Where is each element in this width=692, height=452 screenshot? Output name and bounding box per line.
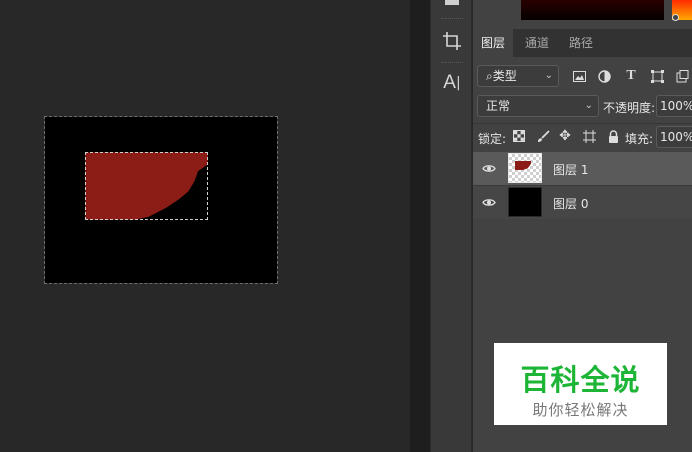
lock-label: 锁定:: [478, 132, 507, 146]
layer-thumbnail: [508, 187, 542, 217]
blend-mode-select[interactable]: 正常 ⌄: [477, 95, 599, 117]
watermark-title: 百科全说: [520, 363, 641, 397]
document-canvas[interactable]: [44, 116, 278, 284]
layer-filter-select[interactable]: ⌕类型 ⌄: [477, 65, 559, 87]
opacity-field[interactable]: 100%: [656, 95, 692, 117]
chevron-down-icon: ⌄: [584, 100, 593, 111]
panel-divider: [410, 0, 430, 452]
smart-object-icon[interactable]: [673, 67, 691, 85]
filter-label: 类型: [492, 69, 517, 83]
fill-label: 填充:: [625, 132, 654, 146]
color-picker-field[interactable]: [521, 0, 664, 20]
canvas-area[interactable]: [0, 0, 410, 452]
toolbar-grip: [441, 62, 463, 65]
crop-tool-icon[interactable]: [439, 28, 465, 54]
watermark-logo: 百科全说 助你轻松解决: [494, 343, 667, 425]
watermark-subtitle: 助你轻松解决: [532, 401, 629, 419]
type-tool-icon[interactable]: A |: [439, 70, 465, 96]
layer-name[interactable]: 图层 0: [553, 195, 588, 212]
lock-row: 锁定: ✥ 填充: 100%: [473, 123, 692, 150]
layer-thumbnail: [508, 153, 542, 183]
blend-mode-value: 正常: [486, 99, 511, 113]
layer-row[interactable]: 图层 1: [473, 152, 692, 185]
image-icon[interactable]: [570, 67, 588, 85]
opacity-label: 不透明度:: [603, 101, 656, 115]
search-icon: ⌕: [486, 69, 493, 83]
lock-artboard-icon[interactable]: [581, 128, 597, 144]
tab-channels[interactable]: 通道: [517, 29, 557, 57]
lock-move-icon[interactable]: ✥: [557, 128, 573, 144]
lock-transparent-icon[interactable]: [511, 128, 527, 144]
blend-row: 正常 ⌄ 不透明度: 100%: [473, 93, 692, 119]
tool-panel: A |: [430, 0, 472, 452]
fill-field[interactable]: 100%: [656, 126, 692, 148]
adjustment-icon[interactable]: [595, 67, 613, 85]
layer-filter-row: ⌕类型 ⌄ T: [473, 63, 692, 89]
toolbar-grip: [441, 18, 463, 21]
tab-paths[interactable]: 路径: [561, 29, 601, 57]
tab-layers[interactable]: 图层: [473, 29, 513, 57]
layer-row[interactable]: 图层 0: [473, 185, 692, 219]
eye-icon[interactable]: [482, 161, 496, 175]
layer-name[interactable]: 图层 1: [553, 161, 588, 178]
text-icon[interactable]: T: [622, 67, 640, 85]
panel-tabs: 图层 通道 路径: [473, 29, 692, 57]
lock-brush-icon[interactable]: [535, 128, 551, 144]
eye-icon[interactable]: [482, 195, 496, 209]
marquee-selection[interactable]: [85, 152, 208, 220]
lock-all-icon[interactable]: [605, 128, 621, 144]
thumbnail-content: [515, 161, 531, 170]
color-marker[interactable]: [672, 14, 679, 21]
chevron-down-icon: ⌄: [544, 70, 553, 81]
tool-partial-icon[interactable]: [445, 0, 459, 5]
shape-icon[interactable]: [648, 67, 666, 85]
